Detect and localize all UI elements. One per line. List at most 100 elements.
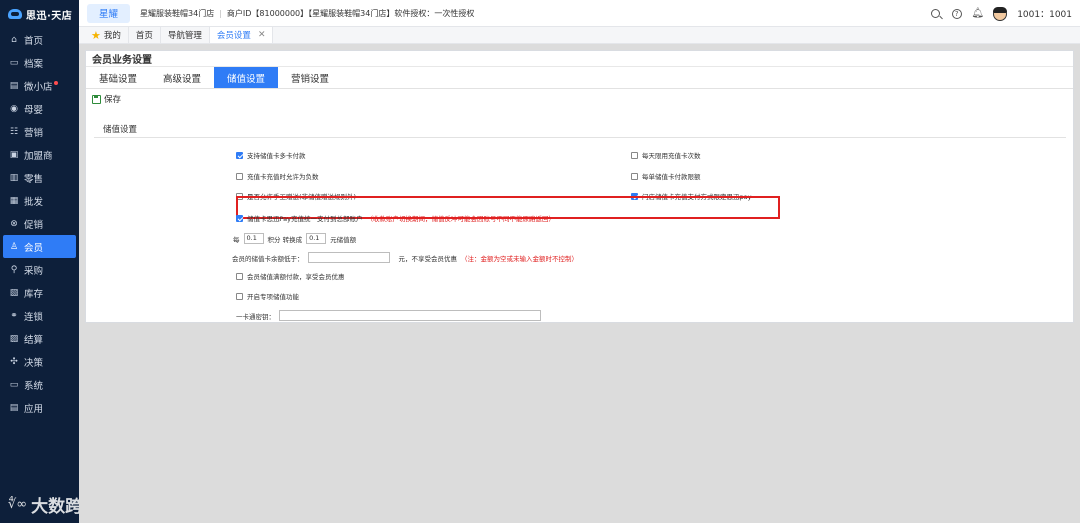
- sidebar-item-label: 决策: [24, 357, 44, 369]
- checkbox[interactable]: [236, 292, 243, 300]
- sidebar-item[interactable]: ▤ 应用: [0, 396, 79, 419]
- save-icon: [92, 94, 101, 104]
- sidebar-item[interactable]: ☷ 营销: [0, 120, 79, 143]
- help-button[interactable]: ?: [951, 8, 962, 19]
- sidebar-item[interactable]: ♙ 会员: [3, 235, 76, 258]
- option-full-pay-discount[interactable]: 会员储值满额付款，享受会员优惠: [236, 271, 345, 281]
- balance-input[interactable]: [307, 252, 390, 263]
- sidebar-item-label: 库存: [24, 288, 44, 300]
- sidebar-item-label: 母婴: [24, 104, 44, 116]
- sidebar-item[interactable]: ▤ 微小店: [0, 74, 79, 97]
- tab-nav-management[interactable]: 导航管理: [161, 27, 210, 43]
- apps-icon: ▤: [9, 402, 19, 413]
- home-icon: ⌂: [11, 34, 17, 45]
- sidebar-item[interactable]: ⌂ 首页: [0, 28, 79, 51]
- sidebar: 思迅·天店 ⌂ 首页 ▭ 档案 ▤ 微小店 ◉ 母婴 ☷ 营销 ▣ 加盟商 ▥ 零售 ▦ 批发 ⊗ 促销 ♙ 会员 ⚲ 采…: [0, 0, 99, 523]
- sidebar-item-label: 应用: [24, 403, 44, 415]
- sidebar-item[interactable]: ▭ 系统: [0, 373, 79, 396]
- points-prefix: 每: [233, 235, 240, 244]
- save-button[interactable]: 保存: [104, 93, 121, 105]
- balance-note: （注：金额为空或未输入金额时不控制）: [461, 254, 578, 263]
- sidebar-item[interactable]: ⚭ 连锁: [0, 304, 79, 327]
- sidebar-nav: ⌂ 首页 ▭ 档案 ▤ 微小店 ◉ 母婴 ☷ 营销 ▣ 加盟商 ▥ 零售 ▦ 批发 ⊗ 促销 ♙ 会员 ⚲ 采购 ▧ 库存 ⚭ 连…: [0, 28, 79, 419]
- sidebar-item[interactable]: ▨ 结算: [0, 327, 79, 350]
- settlement-icon: ▨: [9, 333, 19, 344]
- option-multi-card-pay[interactable]: 支持储值卡多卡付款: [236, 150, 306, 160]
- sidebar-item-label: 系统: [24, 380, 44, 392]
- page-tabs: ★ 我的 首页 导航管理 会员设置 ✕: [79, 27, 1080, 44]
- notification-button[interactable]: 🔔︎: [971, 8, 985, 19]
- tab-favorites[interactable]: ★ 我的: [79, 27, 129, 43]
- card-secret-row: 一卡通密钥：: [236, 310, 541, 321]
- option-label: 每天限用充值卡次数: [642, 152, 701, 160]
- top-bar: 星耀 星耀服装鞋帽34门店 | 商户ID【81000000】【星耀服装鞋帽34门店】…: [79, 0, 1080, 27]
- option-label: 支持储值卡多卡付款: [247, 152, 306, 160]
- points-mid: 积分 转换成: [267, 235, 303, 244]
- checkbox[interactable]: [236, 272, 243, 280]
- close-icon[interactable]: ✕: [258, 30, 266, 40]
- franchise-icon: ▣: [9, 149, 19, 160]
- option-label: 会员储值满额付款，享受会员优惠: [247, 273, 345, 281]
- decision-icon: ✣: [10, 356, 18, 367]
- option-unified-account[interactable]: 储值卡思迅Pay充值统一支付到总部账户 （收款账户切换期间，储值反冲可能会因账号…: [236, 213, 555, 223]
- user-name[interactable]: 1001：1001: [1017, 7, 1072, 20]
- subtab-stored-value[interactable]: 储值设置: [214, 67, 279, 88]
- sidebar-item[interactable]: ⊗ 促销: [0, 212, 79, 235]
- baby-icon: ◉: [10, 103, 18, 114]
- sidebar-item[interactable]: ▣ 加盟商: [0, 143, 79, 166]
- promotion-icon: ⊗: [10, 218, 18, 229]
- folder-icon: ▭: [9, 57, 19, 68]
- brand-tab[interactable]: 星耀: [87, 3, 131, 23]
- sidebar-item[interactable]: ◉ 母婴: [0, 97, 79, 120]
- points-input[interactable]: 0.1: [243, 233, 264, 244]
- avatar[interactable]: [993, 6, 1008, 21]
- tab-home[interactable]: 首页: [129, 27, 161, 43]
- sidebar-item[interactable]: ▧ 库存: [0, 281, 79, 304]
- option-daily-limit[interactable]: 每天限用充值卡次数: [631, 150, 701, 160]
- subtab-marketing[interactable]: 营销设置: [278, 67, 342, 88]
- checkbox[interactable]: [236, 214, 243, 222]
- card-secret-label: 一卡通密钥：: [236, 312, 275, 321]
- tab-member-settings-label: 会员设置: [216, 31, 251, 41]
- sidebar-item-label: 首页: [24, 35, 44, 47]
- option-dedicated-stored-value[interactable]: 开启专项储值功能: [236, 291, 299, 301]
- sidebar-item-label: 档案: [24, 58, 44, 70]
- sidebar-item[interactable]: ▭ 档案: [0, 51, 79, 74]
- star-icon: ★: [91, 28, 101, 42]
- sidebar-item-label: 营销: [24, 127, 44, 139]
- system-icon: ▭: [9, 379, 19, 390]
- checkbox[interactable]: [236, 151, 243, 159]
- settings-subtabs: 基础设置 高级设置 储值设置 营销设置: [86, 67, 1073, 89]
- checkbox[interactable]: [631, 172, 638, 180]
- option-single-limit[interactable]: 每单储值卡付款限额: [631, 171, 701, 181]
- sidebar-item-label: 会员: [24, 242, 44, 254]
- amount-input[interactable]: 0.1: [306, 233, 327, 244]
- option-warning: （收款账户切换期间，储值反冲可能会因账号不同不能原路返回）: [366, 215, 555, 223]
- divider: |: [219, 8, 222, 18]
- store-info: 星耀服装鞋帽34门店 | 商户ID【81000000】【星耀服装鞋帽34门店】软件授…: [140, 8, 474, 19]
- member-icon: ♙: [9, 241, 19, 252]
- app-logo[interactable]: 思迅·天店: [0, 0, 79, 28]
- bell-icon: 🔔︎: [971, 8, 985, 19]
- card-secret-input[interactable]: [279, 310, 541, 321]
- sidebar-item[interactable]: ✣ 决策: [0, 350, 79, 373]
- sidebar-item[interactable]: ▥ 零售: [0, 166, 79, 189]
- sidebar-item[interactable]: ⚲ 采购: [0, 258, 79, 281]
- checkbox[interactable]: [631, 151, 638, 159]
- sidebar-item-label: 微小店: [24, 81, 53, 93]
- retail-icon: ▥: [9, 172, 19, 183]
- sidebar-item[interactable]: ▦ 批发: [0, 189, 79, 212]
- option-allow-negative[interactable]: 充值卡充值时允许为负数: [236, 171, 319, 181]
- subtab-advanced[interactable]: 高级设置: [150, 67, 214, 88]
- toolbar: 保存: [86, 89, 1073, 109]
- shop-icon: ▤: [9, 80, 19, 91]
- checkbox[interactable]: [236, 172, 243, 180]
- search-button[interactable]: [930, 8, 941, 19]
- main-area: 会员业务设置 基础设置 高级设置 储值设置 营销设置 保存 储值设置 支持储值卡…: [79, 44, 1080, 523]
- sidebar-item-label: 加盟商: [24, 150, 53, 162]
- subtab-basic[interactable]: 基础设置: [86, 67, 150, 88]
- section-header: 储值设置: [94, 120, 1066, 138]
- tab-member-settings[interactable]: 会员设置 ✕: [209, 27, 274, 43]
- panel-title: 会员业务设置: [86, 51, 1073, 67]
- chain-icon: ⚭: [10, 310, 18, 321]
